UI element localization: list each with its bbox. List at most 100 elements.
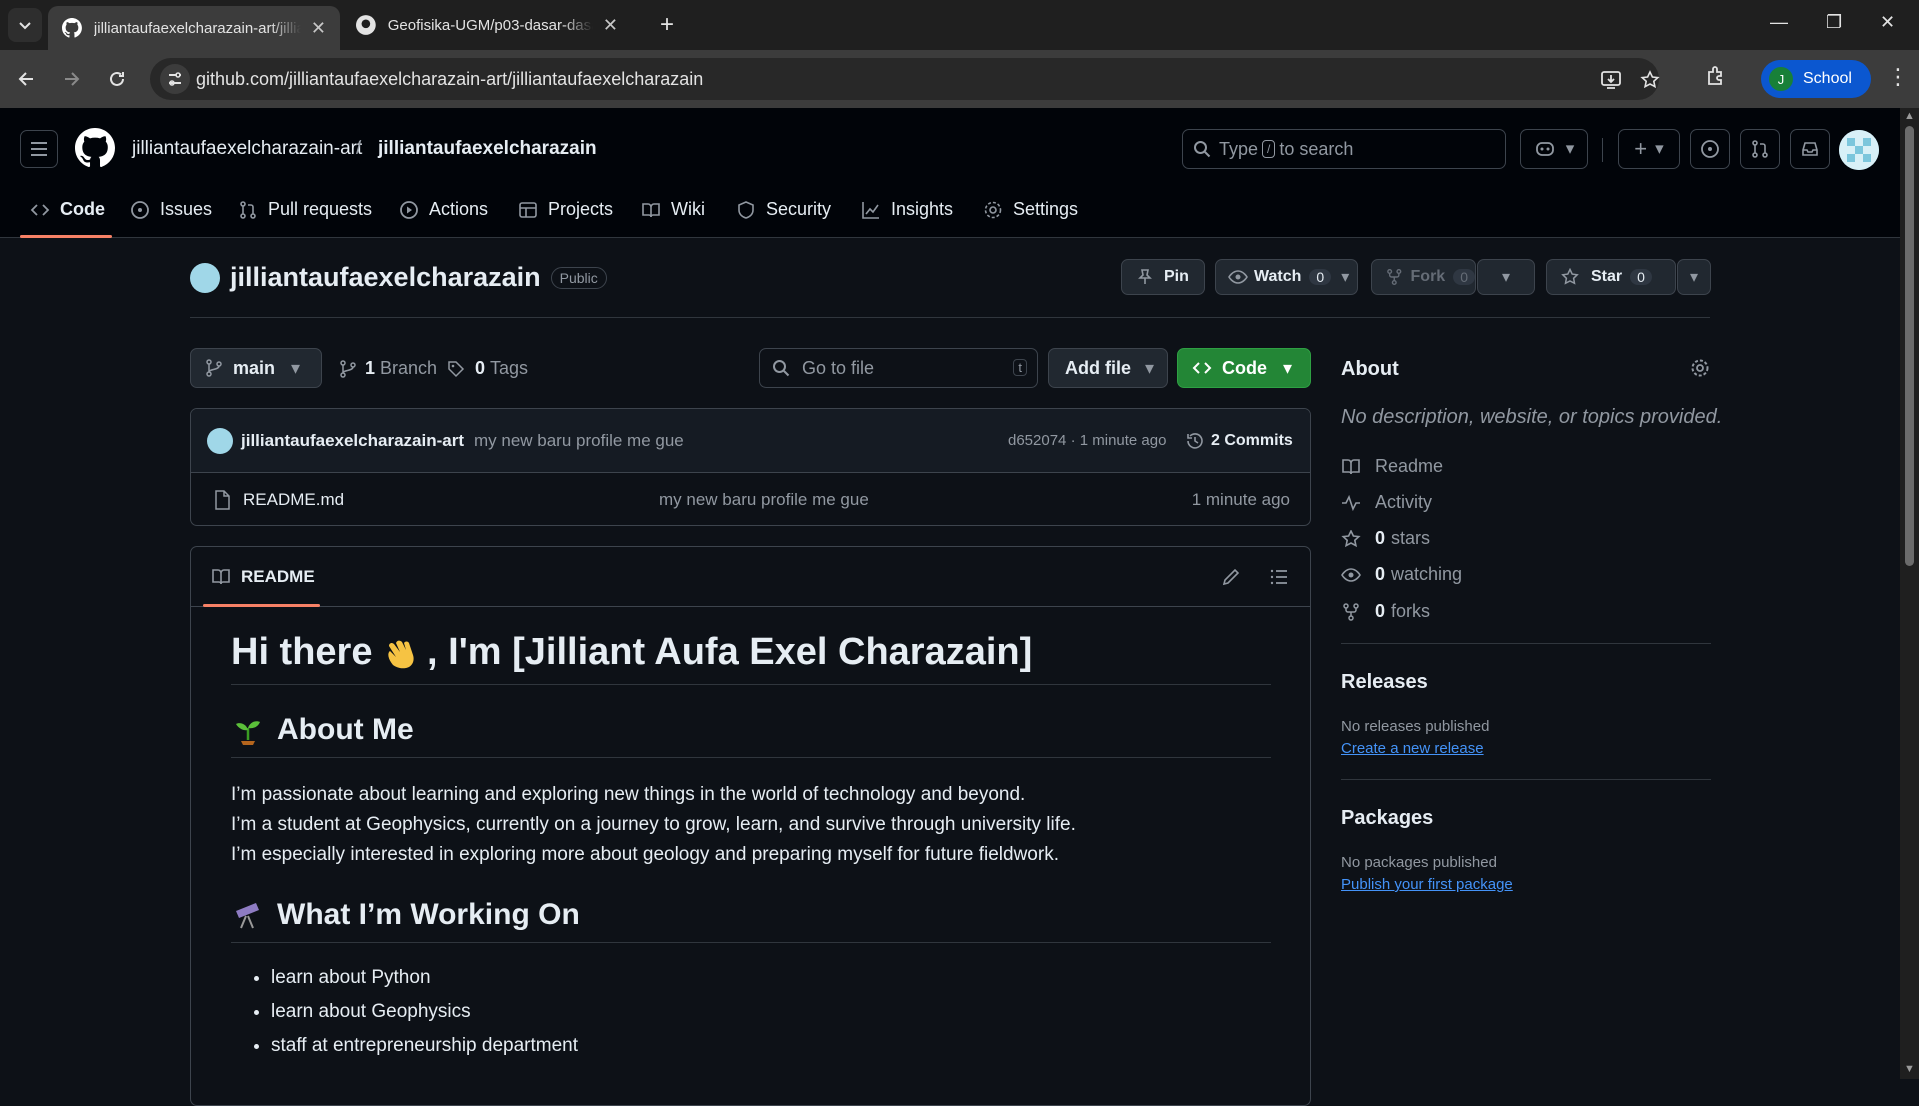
- pull-requests-button[interactable]: [1740, 129, 1780, 169]
- fork-count: 0: [1453, 269, 1475, 285]
- global-nav-menu-button[interactable]: [20, 130, 58, 168]
- restore-icon[interactable]: ❐: [1826, 12, 1842, 33]
- waving-hand-icon: [383, 635, 427, 673]
- browser-tab-bar: jilliantaufaexelcharazain-art/jilliantau…: [0, 0, 1919, 50]
- commit-message[interactable]: my new baru profile me gue: [474, 431, 684, 451]
- tab-pull-requests[interactable]: Pull requests: [238, 199, 372, 220]
- visibility-badge: Public: [550, 266, 607, 289]
- branch-selector[interactable]: main ▾: [190, 348, 322, 388]
- tab-title: Geofisika-UGM/p03-dasar-dasar: [387, 16, 593, 34]
- star-bookmark-icon[interactable]: [1640, 70, 1660, 90]
- commits-link[interactable]: 2 Commits: [1185, 431, 1293, 451]
- tab-list-button[interactable]: [8, 8, 42, 42]
- reload-button[interactable]: [102, 64, 132, 94]
- tab-actions[interactable]: Actions: [399, 199, 488, 220]
- tab-issues[interactable]: Issues: [130, 199, 212, 220]
- fork-button[interactable]: Fork 0: [1371, 259, 1476, 295]
- tab-security[interactable]: Security: [736, 199, 831, 220]
- pin-button[interactable]: Pin: [1121, 259, 1205, 295]
- hamburger-icon: [31, 142, 47, 156]
- close-window-icon[interactable]: ✕: [1880, 12, 1895, 33]
- browser-toolbar: github.com/jilliantaufaexelcharazain-art…: [0, 50, 1919, 108]
- forward-button[interactable]: [56, 64, 86, 94]
- breadcrumb-owner[interactable]: jilliantaufaexelcharazain-art: [132, 138, 362, 160]
- install-app-icon[interactable]: [1600, 70, 1622, 90]
- create-release-link[interactable]: Create a new release: [1341, 740, 1484, 757]
- search-suffix: to search: [1279, 138, 1354, 159]
- repo-name[interactable]: jilliantaufaexelcharazain: [230, 262, 541, 293]
- inbox-button[interactable]: [1790, 129, 1830, 169]
- publish-package-link[interactable]: Publish your first package: [1341, 876, 1513, 893]
- scroll-down-icon[interactable]: ▼: [1904, 1063, 1915, 1075]
- tags-link[interactable]: 0 Tags: [447, 358, 528, 379]
- star-icon: [1341, 529, 1361, 547]
- minimize-icon[interactable]: —: [1770, 12, 1788, 33]
- tags-label: Tags: [490, 358, 529, 378]
- readme-header: README: [191, 547, 1310, 607]
- page-scrollbar[interactable]: ▲ ▼: [1900, 108, 1919, 1079]
- repo-title: jilliantaufaexelcharazain Public: [190, 262, 607, 293]
- tab-projects[interactable]: Projects: [518, 199, 613, 220]
- new-tab-button[interactable]: +: [652, 10, 682, 40]
- fork-icon: [1343, 602, 1359, 621]
- browser-tab[interactable]: Geofisika-UGM/p03-dasar-dasar ✕: [342, 6, 632, 44]
- search-shortcut-key: /: [1262, 140, 1276, 158]
- breadcrumb-repo[interactable]: jilliantaufaexelcharazain: [378, 138, 597, 160]
- browser-tab-active[interactable]: jilliantaufaexelcharazain-art/jilliantau…: [48, 6, 340, 50]
- create-new-button[interactable]: + ▾: [1618, 129, 1680, 169]
- profile-button[interactable]: J School: [1761, 60, 1871, 98]
- extensions-icon[interactable]: [1705, 64, 1727, 86]
- search-icon: [773, 360, 790, 377]
- file-icon: [215, 489, 230, 510]
- commit-author-avatar: [207, 427, 233, 454]
- watch-button[interactable]: Watch 0 ▾: [1215, 259, 1358, 295]
- list-icon[interactable]: [1269, 567, 1289, 587]
- star-dropdown-button[interactable]: ▾: [1677, 259, 1711, 295]
- gear-icon[interactable]: [1690, 358, 1710, 378]
- pull-request-icon: [1752, 140, 1768, 158]
- tab-settings[interactable]: Settings: [983, 199, 1078, 220]
- scroll-up-icon[interactable]: ▲: [1904, 110, 1915, 122]
- sidebar-forks-link[interactable]: 0 forks: [1341, 601, 1430, 622]
- tab-insights[interactable]: Insights: [861, 199, 953, 220]
- address-bar[interactable]: github.com/jilliantaufaexelcharazain-art…: [150, 58, 1660, 100]
- readme-tab[interactable]: README: [211, 567, 315, 587]
- star-button[interactable]: Star 0: [1546, 259, 1676, 295]
- search-input[interactable]: Type / to search: [1182, 129, 1506, 169]
- tab-code[interactable]: Code: [30, 199, 105, 220]
- book-icon: [212, 569, 230, 585]
- packages-heading[interactable]: Packages: [1341, 807, 1433, 830]
- fork-dropdown-button[interactable]: ▾: [1477, 259, 1535, 295]
- readme-content: Hi there , I'm [Jilliant Aufa Exel Chara…: [231, 607, 1271, 1063]
- sidebar-divider: [1341, 779, 1711, 780]
- file-row[interactable]: README.md my new baru profile me gue 1 m…: [191, 473, 1310, 525]
- close-tab-icon[interactable]: ✕: [603, 15, 618, 36]
- add-file-button[interactable]: Add file ▾: [1048, 348, 1168, 388]
- commit-sha-time[interactable]: d652074 · 1 minute ago: [1008, 432, 1166, 449]
- go-to-file-input[interactable]: Go to file t: [759, 348, 1038, 388]
- branches-link[interactable]: 1 Branch: [339, 358, 437, 379]
- copilot-button[interactable]: ▾: [1520, 129, 1588, 169]
- releases-empty-text: No releases published: [1341, 718, 1490, 735]
- code-button[interactable]: Code ▾: [1177, 348, 1311, 388]
- close-tab-icon[interactable]: ✕: [311, 18, 326, 39]
- tab-wiki[interactable]: Wiki: [641, 199, 705, 220]
- sidebar-divider: [1341, 643, 1711, 644]
- pencil-icon[interactable]: [1221, 567, 1241, 587]
- sidebar-readme-link[interactable]: Readme: [1341, 456, 1443, 477]
- user-avatar[interactable]: [1839, 130, 1879, 170]
- sidebar-stars-link[interactable]: 0 stars: [1341, 528, 1430, 549]
- file-name[interactable]: README.md: [243, 490, 344, 510]
- commit-author[interactable]: jilliantaufaexelcharazain-art: [241, 431, 464, 451]
- back-button[interactable]: [12, 64, 42, 94]
- sidebar-watching-link[interactable]: 0 watching: [1341, 564, 1462, 585]
- browser-menu-icon[interactable]: ⋮: [1887, 64, 1909, 90]
- github-logo-icon[interactable]: [75, 128, 115, 168]
- file-commit-message[interactable]: my new baru profile me gue: [659, 490, 869, 510]
- working-on-heading: What I’m Working On: [231, 898, 1271, 943]
- site-info-icon[interactable]: [160, 64, 190, 94]
- scrollbar-thumb[interactable]: [1905, 126, 1914, 566]
- releases-heading[interactable]: Releases: [1341, 671, 1428, 694]
- sidebar-activity-link[interactable]: Activity: [1341, 492, 1432, 513]
- issues-button[interactable]: [1690, 129, 1730, 169]
